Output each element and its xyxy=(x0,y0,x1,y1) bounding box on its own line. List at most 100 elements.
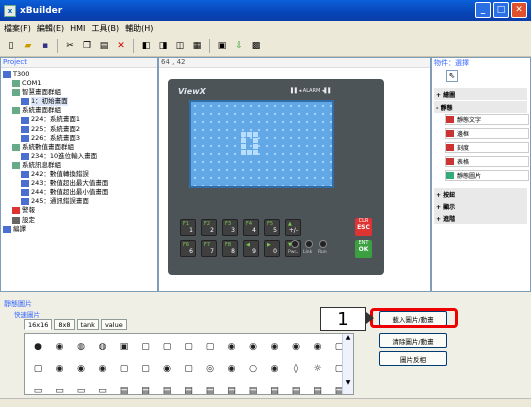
image-cell[interactable]: ▢ xyxy=(203,340,217,354)
function-key[interactable]: F8 8 xyxy=(222,240,238,257)
function-key[interactable]: F3 3 xyxy=(222,219,238,236)
static-object-item[interactable]: 刻度 xyxy=(445,142,529,153)
image-cell[interactable]: ◉ xyxy=(268,362,282,376)
image-cell[interactable]: ◉ xyxy=(96,362,110,376)
cut-icon[interactable]: ✂ xyxy=(63,39,77,53)
function-key[interactable]: F5 5 xyxy=(264,219,280,236)
image-cell[interactable]: ▣ xyxy=(117,340,131,354)
function-key[interactable]: F6 6 xyxy=(180,240,196,257)
image-cell[interactable]: ▤ xyxy=(160,384,174,398)
image-cell[interactable]: ◉ xyxy=(225,340,239,354)
function-key[interactable]: F2 2 xyxy=(201,219,217,236)
pointer-icon[interactable]: ⇖ xyxy=(446,70,458,82)
tree-node[interactable]: 系統畫面群組 xyxy=(3,106,157,115)
image-cell[interactable]: ◉ xyxy=(225,362,239,376)
image-cell[interactable]: ◎ xyxy=(203,362,217,376)
function-key[interactable]: F7 7 xyxy=(201,240,217,257)
tab-8x8[interactable]: 8x8 xyxy=(54,319,75,330)
save-icon[interactable]: ▪ xyxy=(38,39,52,53)
image-cell[interactable]: ◉ xyxy=(246,340,260,354)
image-cell[interactable]: ▭ xyxy=(96,384,110,398)
function-key[interactable]: ▲ +/- xyxy=(285,219,301,236)
image-cell[interactable]: ◉ xyxy=(160,362,174,376)
download-icon[interactable]: ⇩ xyxy=(232,39,246,53)
image-cell[interactable]: ◉ xyxy=(53,340,67,354)
tree-node[interactable]: 設定 xyxy=(3,216,157,225)
image-cell[interactable]: ▢ xyxy=(139,340,153,354)
image-cell[interactable]: ◉ xyxy=(268,340,282,354)
tree-node[interactable]: 智慧畫面群組 xyxy=(3,88,157,97)
static-object-item[interactable]: 表格 xyxy=(445,156,529,167)
image-cell[interactable]: ▢ xyxy=(182,340,196,354)
menu-help[interactable]: 輔助(H) xyxy=(125,23,153,34)
tree-node[interactable]: 242：數值轉換錯誤 xyxy=(3,170,157,179)
open-icon[interactable]: ▰ xyxy=(21,39,35,53)
scroll-up-icon[interactable]: ▲ xyxy=(343,334,353,341)
image-cell[interactable]: ◍ xyxy=(96,340,110,354)
image-cell[interactable]: ▤ xyxy=(117,384,131,398)
menu-hmi[interactable]: HMI xyxy=(70,24,85,33)
function-key[interactable]: ◀ 9 xyxy=(243,240,259,257)
delete-icon[interactable]: ✕ xyxy=(114,39,128,53)
tree-node[interactable]: 224：系統畫面1 xyxy=(3,115,157,124)
tree-node[interactable]: 編譯 xyxy=(3,225,157,234)
close-button[interactable]: ✕ xyxy=(511,2,527,18)
static-object-item[interactable]: 靜態圖片 xyxy=(445,170,529,181)
tree-node[interactable]: 1：初始畫面 xyxy=(3,97,157,107)
image-cell[interactable]: ◊ xyxy=(289,362,303,376)
section-advanced[interactable]: + 進階 xyxy=(434,212,527,224)
zoom-icon[interactable]: ◫ xyxy=(173,39,187,53)
tree-node[interactable]: 234：10進位輸入畫面 xyxy=(3,152,157,161)
image-cell[interactable]: ▤ xyxy=(289,384,303,398)
invert-image-button[interactable]: 圖片反相 xyxy=(379,351,447,366)
image-cell[interactable]: ▤ xyxy=(311,384,325,398)
menu-tools[interactable]: 工具(B) xyxy=(91,23,119,34)
undo-icon[interactable]: ◧ xyxy=(139,39,153,53)
function-key[interactable]: F4 4 xyxy=(243,219,259,236)
minimize-button[interactable]: _ xyxy=(475,2,491,18)
menu-edit[interactable]: 編輯(E) xyxy=(37,23,64,34)
image-cell[interactable]: ▤ xyxy=(139,384,153,398)
function-key[interactable]: F1 1 xyxy=(180,219,196,236)
image-cell[interactable]: ▢ xyxy=(31,362,45,376)
section-button[interactable]: + 按鈕 xyxy=(434,188,527,200)
new-icon[interactable]: ▯ xyxy=(4,39,18,53)
image-cell[interactable]: ◉ xyxy=(74,362,88,376)
esc-key[interactable]: CLR ESC xyxy=(355,218,372,236)
image-cell[interactable]: ▭ xyxy=(74,384,88,398)
image-cell[interactable]: ▤ xyxy=(246,384,260,398)
tree-node[interactable]: 244：數值超出最小值畫面 xyxy=(3,188,157,197)
paste-icon[interactable]: ▤ xyxy=(97,39,111,53)
section-draw[interactable]: + 繪圖 xyxy=(434,88,527,100)
tab-value[interactable]: value xyxy=(100,319,127,330)
tree-node[interactable]: 226：系統畫面3 xyxy=(3,134,157,143)
static-object-item[interactable]: 邊框 xyxy=(445,128,529,139)
image-cell[interactable]: ○ xyxy=(246,362,260,376)
tree-node[interactable]: 警報 xyxy=(3,206,157,215)
screen-icon[interactable]: ▣ xyxy=(215,39,229,53)
grid-scrollbar[interactable]: ▲ ▼ xyxy=(342,334,353,394)
scroll-down-icon[interactable]: ▼ xyxy=(343,379,353,386)
maximize-button[interactable]: □ xyxy=(493,2,509,18)
image-cell[interactable]: ▤ xyxy=(203,384,217,398)
redo-icon[interactable]: ◨ xyxy=(156,39,170,53)
image-cell[interactable]: ▤ xyxy=(182,384,196,398)
tree-node[interactable]: COM1 xyxy=(3,79,157,88)
tree-node[interactable]: 225：系統畫面2 xyxy=(3,125,157,134)
image-cell[interactable]: ▭ xyxy=(31,384,45,398)
image-cell[interactable]: ◉ xyxy=(289,340,303,354)
image-cell[interactable]: ▢ xyxy=(139,362,153,376)
image-cell[interactable]: ▤ xyxy=(225,384,239,398)
image-cell[interactable]: ● xyxy=(31,340,45,354)
section-display[interactable]: + 顯示 xyxy=(434,200,527,212)
image-cell[interactable]: ▤ xyxy=(268,384,282,398)
section-static[interactable]: - 靜態 xyxy=(434,101,527,113)
image-cell[interactable]: ▢ xyxy=(160,340,174,354)
tab-16x16[interactable]: 16x16 xyxy=(24,319,53,330)
tree-node[interactable]: 243：數值超出最大值畫面 xyxy=(3,179,157,188)
image-cell[interactable]: ▢ xyxy=(117,362,131,376)
image-cell[interactable]: ◉ xyxy=(311,340,325,354)
image-cell[interactable]: ☼ xyxy=(311,362,325,376)
device-screen[interactable] xyxy=(189,100,334,188)
image-cell[interactable]: ◍ xyxy=(74,340,88,354)
